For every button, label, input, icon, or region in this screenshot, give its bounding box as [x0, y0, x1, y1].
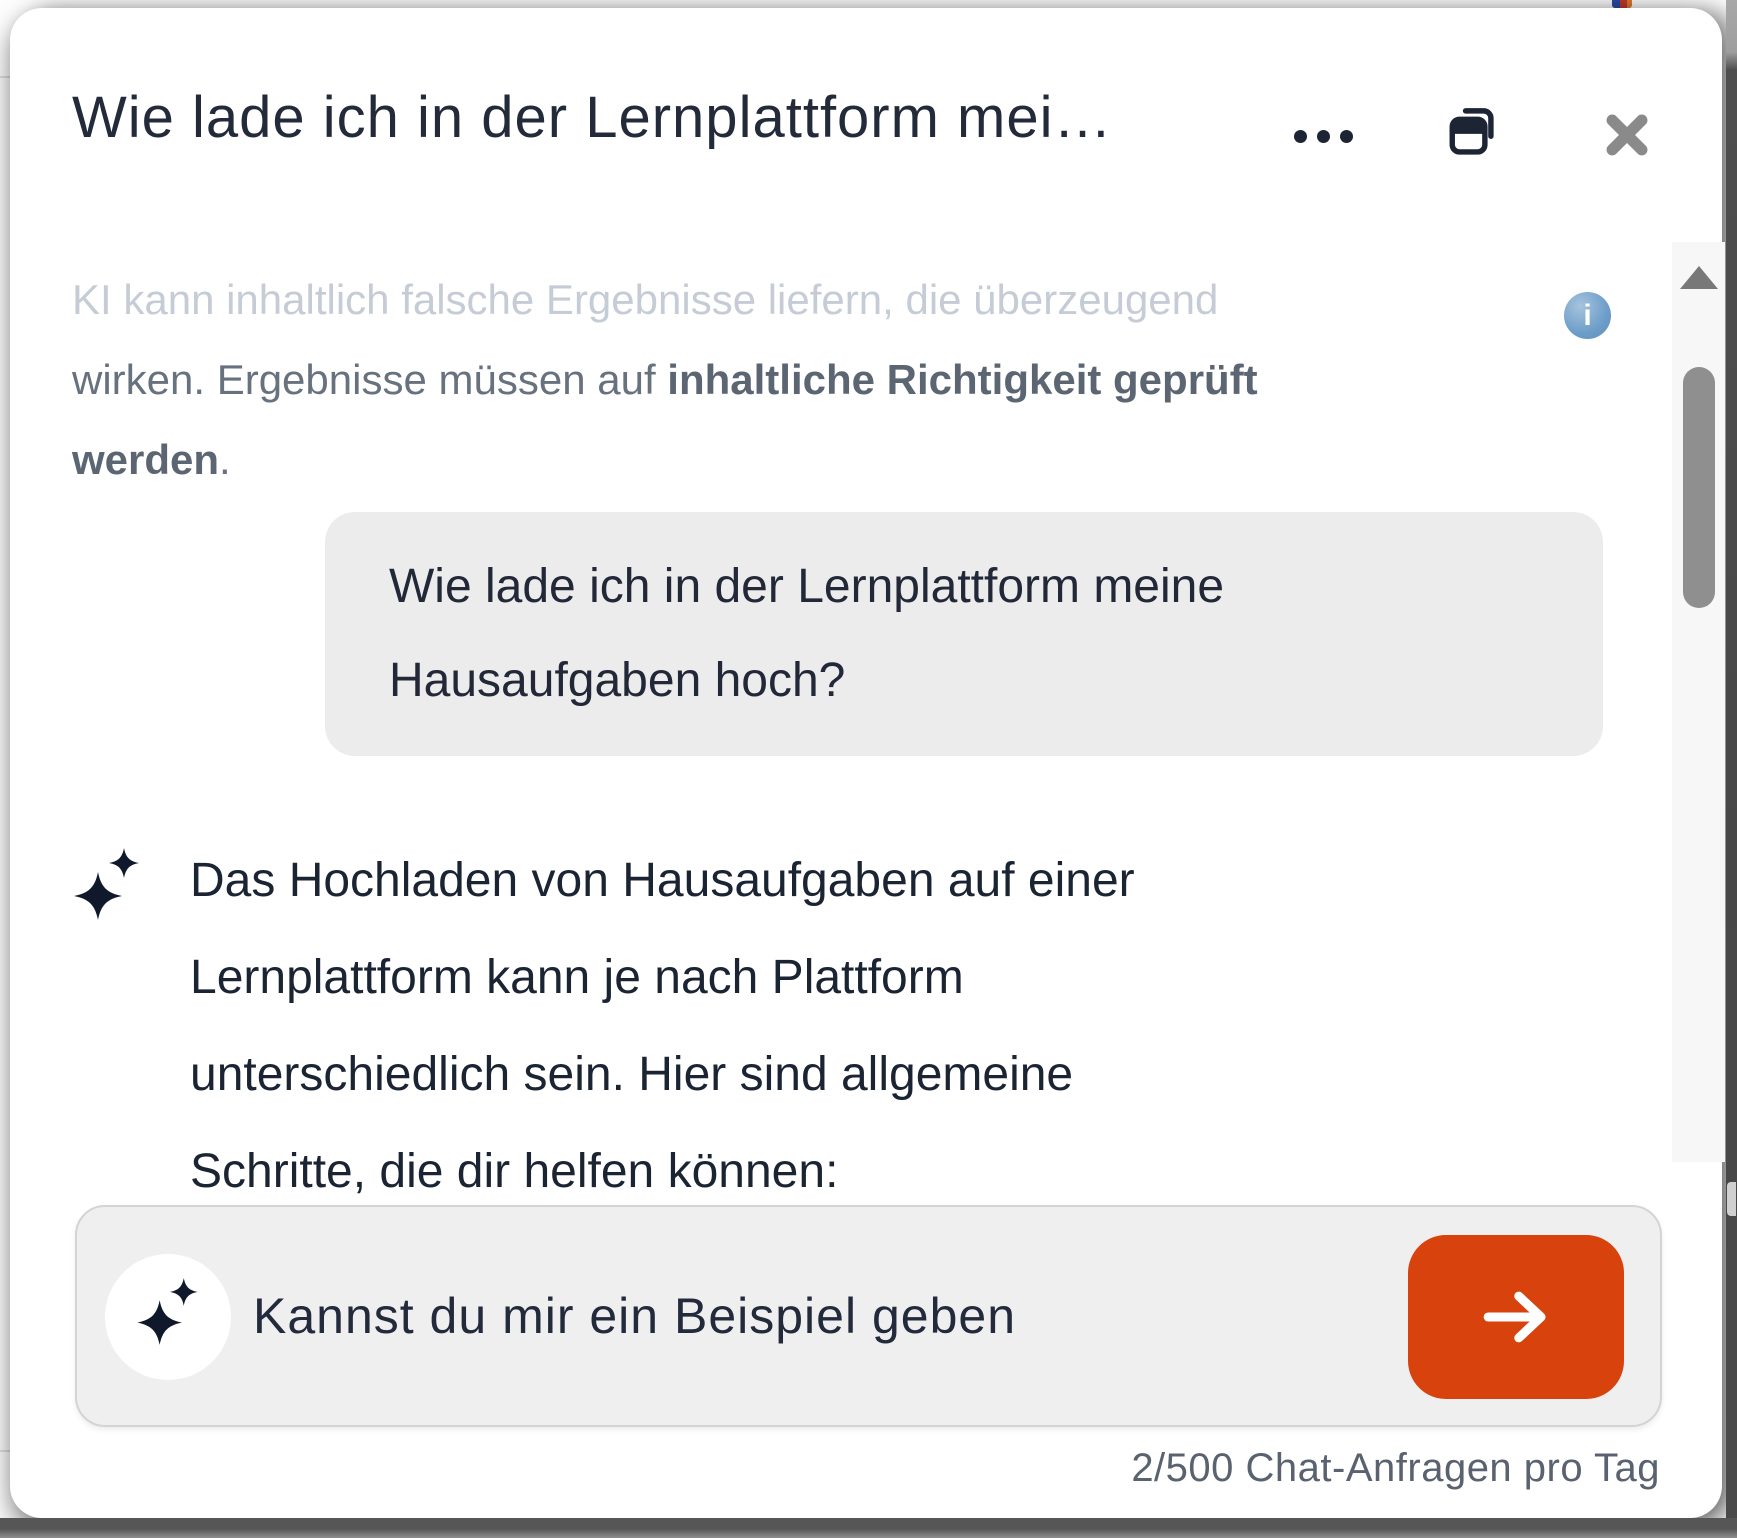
- ai-disclaimer: KI kann inhaltlich falsche Ergebnisse li…: [72, 260, 1342, 500]
- popout-window-button[interactable]: [1445, 100, 1503, 158]
- modal-shadow-bottom: [0, 1518, 1737, 1538]
- more-options-button[interactable]: [1294, 118, 1358, 154]
- info-icon[interactable]: i: [1564, 292, 1611, 339]
- assistant-sparkle-icon: [72, 848, 142, 932]
- chat-scrollbar[interactable]: [1672, 242, 1725, 1162]
- window-restore-icon: [1445, 100, 1503, 158]
- disclaimer-line3: werden.: [72, 420, 1342, 500]
- quota-text: 2/500 Chat-Anfragen pro Tag: [1131, 1446, 1660, 1491]
- page-backdrop: Wie lade ich in der Lernplattform mei… K…: [0, 0, 1737, 1538]
- send-button[interactable]: [1408, 1235, 1624, 1399]
- user-message-bubble: Wie lade ich in der Lernplattform meine …: [325, 512, 1603, 756]
- background-logo-fragment: [1612, 0, 1632, 8]
- chat-dialog: Wie lade ich in der Lernplattform mei… K…: [10, 8, 1722, 1518]
- ellipsis-icon: [1317, 130, 1330, 143]
- info-icon-letter: i: [1583, 299, 1591, 333]
- suggestion-text[interactable]: Kannst du mir ein Beispiel geben: [253, 1207, 1016, 1425]
- ellipsis-icon: [1294, 130, 1307, 143]
- arrow-right-icon: [1479, 1285, 1553, 1349]
- background-glyph-fragment: [1727, 1182, 1736, 1216]
- disclaimer-line2: wirken. Ergebnisse müssen auf inhaltlich…: [72, 340, 1342, 420]
- ellipsis-icon: [1340, 130, 1353, 143]
- scrollbar-thumb[interactable]: [1683, 367, 1715, 608]
- close-button[interactable]: [1602, 110, 1652, 160]
- scrollbar-up-arrow[interactable]: [1680, 266, 1718, 289]
- disclaimer-line1: KI kann inhaltlich falsche Ergebnisse li…: [72, 260, 1342, 340]
- close-icon: [1602, 110, 1652, 160]
- sparkle-icon: [135, 1278, 201, 1356]
- assistant-message: Das Hochladen von Hausaufgaben auf einer…: [190, 832, 1500, 1220]
- composer-sparkle-badge: [105, 1254, 231, 1380]
- dialog-title: Wie lade ich in der Lernplattform mei…: [72, 80, 1262, 156]
- window-edge-right: [1726, 0, 1737, 1538]
- composer[interactable]: Kannst du mir ein Beispiel geben: [75, 1205, 1662, 1427]
